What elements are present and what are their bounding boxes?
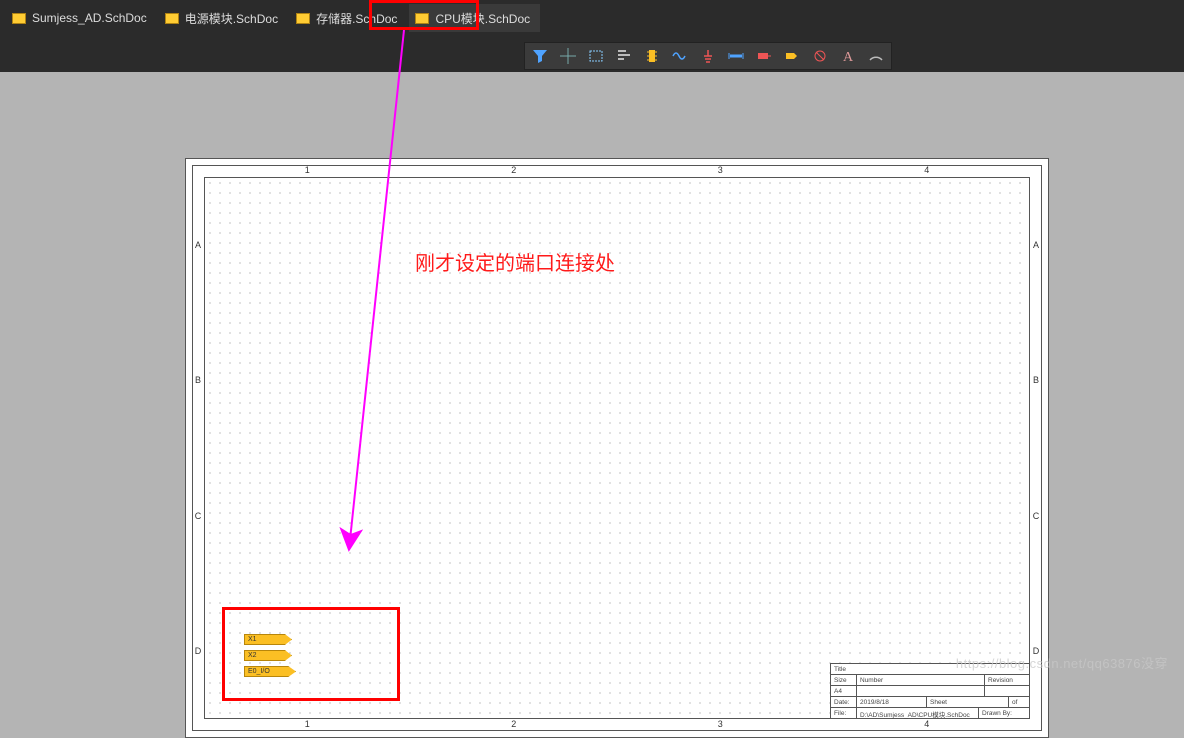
tab-cpu[interactable]: CPU模块.SchDoc (409, 4, 540, 32)
ruler-col: 4 (824, 165, 1031, 177)
titleblock-date-label: Date: (831, 697, 857, 707)
port-e0io[interactable]: E0_I/O (244, 666, 296, 677)
titleblock-drawn-label: Drawn By: (979, 708, 1029, 719)
wave-icon[interactable] (671, 47, 689, 65)
arc-icon[interactable] (867, 47, 885, 65)
crosshair-icon[interactable] (559, 47, 577, 65)
port-icon[interactable] (783, 47, 801, 65)
ruler-col: 1 (204, 165, 411, 177)
titleblock-size-label: Size (831, 675, 857, 685)
ruler-col: 3 (617, 165, 824, 177)
tab-bar: Sumjess_AD.SchDoc 电源模块.SchDoc 存储器.SchDoc… (0, 0, 1184, 36)
ruler-row: C (192, 448, 204, 584)
rectangle-icon[interactable] (587, 47, 605, 65)
ruler-col: 3 (617, 719, 824, 731)
ruler-right: A B C D (1030, 177, 1042, 719)
tab-power[interactable]: 电源模块.SchDoc (159, 4, 288, 32)
titleblock-of-label: of (1009, 697, 1029, 707)
ruler-col: 1 (204, 719, 411, 731)
svg-text:A: A (843, 50, 854, 64)
titleblock-revision-label: Revision (985, 675, 1029, 685)
filter-icon[interactable] (531, 47, 549, 65)
tab-label: CPU模块.SchDoc (435, 10, 530, 27)
ruler-col: 4 (824, 719, 1031, 731)
net-icon[interactable] (755, 47, 773, 65)
sch-icon (165, 13, 179, 24)
ruler-row: D (192, 584, 204, 720)
ruler-col: 2 (411, 165, 618, 177)
schematic-sheet[interactable]: 1 2 3 4 1 2 3 4 A B C D A B C D X1 X2 E0… (185, 158, 1049, 738)
titleblock-number-value (857, 686, 985, 696)
port-x1[interactable]: X1 (244, 634, 292, 645)
bus-icon[interactable] (727, 47, 745, 65)
noerc-icon[interactable] (811, 47, 829, 65)
align-icon[interactable] (615, 47, 633, 65)
sch-icon (12, 13, 26, 24)
titleblock-date-value: 2019/8/18 (857, 697, 927, 707)
titleblock-revision-value (985, 686, 1029, 696)
ruler-row: D (1030, 584, 1042, 720)
text-icon[interactable]: A (839, 47, 857, 65)
ruler-col: 2 (411, 719, 618, 731)
canvas-area[interactable]: 1 2 3 4 1 2 3 4 A B C D A B C D X1 X2 E0… (0, 72, 1184, 682)
titleblock-file-label: File: (831, 708, 857, 719)
titleblock-size-value: A4 (831, 686, 857, 696)
title-block: Title Size Number Revision A4 Date: 2019… (830, 663, 1030, 719)
ruler-row: A (1030, 177, 1042, 313)
schematic-toolbar: A (524, 42, 892, 70)
ruler-row: C (1030, 448, 1042, 584)
ruler-row: B (1030, 313, 1042, 449)
ruler-top: 1 2 3 4 (204, 165, 1030, 177)
sch-icon (296, 13, 310, 24)
ruler-row: A (192, 177, 204, 313)
titleblock-title-label: Title (831, 664, 1029, 674)
titleblock-number-label: Number (857, 675, 985, 685)
port-x2[interactable]: X2 (244, 650, 292, 661)
ruler-left: A B C D (192, 177, 204, 719)
ruler-row: B (192, 313, 204, 449)
tab-storage[interactable]: 存储器.SchDoc (290, 4, 407, 32)
gnd-icon[interactable] (699, 47, 717, 65)
sch-icon (415, 13, 429, 24)
tab-sumjess[interactable]: Sumjess_AD.SchDoc (6, 4, 157, 32)
tab-label: 电源模块.SchDoc (185, 10, 278, 27)
tab-label: Sumjess_AD.SchDoc (32, 11, 147, 25)
titleblock-sheet-label: Sheet (927, 697, 1009, 707)
ruler-bottom: 1 2 3 4 (204, 719, 1030, 731)
sheet-frame-inner (204, 177, 1030, 719)
titleblock-file-value: D:\AD\Sumjess_AD\CPU模块.SchDoc (857, 708, 979, 719)
ic-icon[interactable] (643, 47, 661, 65)
tab-label: 存储器.SchDoc (316, 10, 397, 27)
